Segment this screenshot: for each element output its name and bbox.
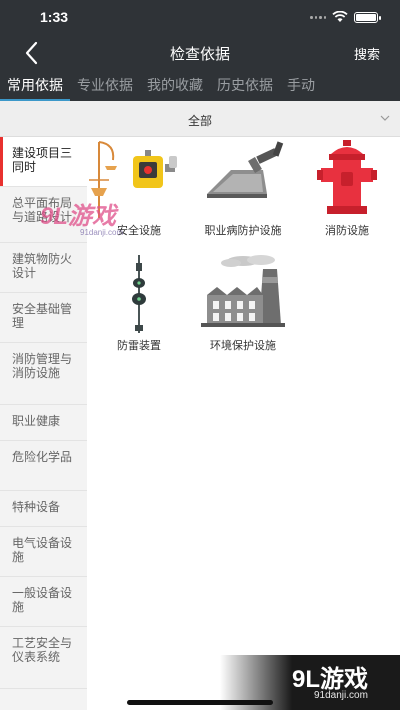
- sidebar-item[interactable]: 建筑物防火设计: [0, 243, 87, 293]
- watermark-logo: 9L游戏 91danji.com: [40, 196, 123, 237]
- grid-item-label: 消防设施: [325, 225, 369, 237]
- grid-item-environment[interactable]: 环境保护设施: [191, 255, 295, 353]
- grid-item-occupational[interactable]: 职业病防护设施: [191, 140, 295, 238]
- tab-favorites[interactable]: 我的收藏: [140, 72, 210, 101]
- watermark-url: 91danji.com: [80, 228, 124, 237]
- status-time: 1:33: [40, 9, 69, 25]
- grid-item-label: 环境保护设施: [210, 340, 276, 352]
- tab-manual[interactable]: 手动: [280, 72, 322, 101]
- sidebar-item[interactable]: 建设项目三同时: [0, 137, 87, 187]
- watermark-url: 91danji.com: [314, 690, 368, 701]
- sidebar-item[interactable]: 职业健康: [0, 405, 87, 441]
- facility-grid: 安全设施 职业病防护设施 消防设施 防雷装置 环境保护设施: [87, 137, 400, 710]
- page-title: 检查依据: [169, 46, 230, 63]
- factory-icon: [201, 255, 285, 327]
- watermark-text: 9L游戏: [292, 666, 369, 693]
- grid-item-label: 防雷装置: [117, 340, 161, 352]
- nav-bar: 检查依据 搜索: [0, 34, 400, 72]
- battery-icon: [354, 11, 381, 23]
- signal-icon: [310, 14, 326, 20]
- chevron-down-icon: [380, 115, 390, 121]
- category-tabs: 常用依据 专业依据 我的收藏 历史依据 手动: [0, 72, 400, 101]
- grid-item-lightning[interactable]: 防雷装置: [87, 255, 191, 353]
- filter-dropdown[interactable]: 全部: [0, 101, 400, 137]
- sidebar-item[interactable]: 特种设备: [0, 491, 87, 527]
- sidebar-item[interactable]: 工艺安全与仪表系统: [0, 627, 87, 689]
- status-icons: [310, 11, 381, 23]
- sidebar-item[interactable]: 一般设备设施: [0, 577, 87, 627]
- wifi-icon: [332, 11, 348, 22]
- grid-item-label: 职业病防护设施: [204, 225, 282, 237]
- sidebar-item[interactable]: 电气设备设施: [0, 527, 87, 577]
- tab-common[interactable]: 常用依据: [0, 72, 70, 101]
- sidebar-item[interactable]: 消防管理与消防设施: [0, 343, 87, 405]
- tab-professional[interactable]: 专业依据: [70, 72, 140, 101]
- grid-item-fire[interactable]: 消防设施: [295, 140, 399, 238]
- home-indicator[interactable]: [127, 700, 273, 705]
- tab-history[interactable]: 历史依据: [210, 72, 280, 101]
- occupational-protection-icon: [207, 141, 284, 198]
- fire-hydrant-icon: [317, 140, 377, 214]
- search-button[interactable]: 搜索: [354, 44, 380, 63]
- watermark-text: 9L游戏: [40, 203, 117, 230]
- lightning-rod-icon: [132, 255, 146, 333]
- header: 1:33 检查依据 搜索 常用依据 专业依据 我的收藏 历史依据 手动: [0, 0, 400, 101]
- status-bar: 1:33: [0, 0, 400, 34]
- sidebar-item[interactable]: 安全基础管理: [0, 293, 87, 343]
- sidebar-item[interactable]: 危险化学品: [0, 441, 87, 491]
- filter-label: 全部: [187, 114, 212, 128]
